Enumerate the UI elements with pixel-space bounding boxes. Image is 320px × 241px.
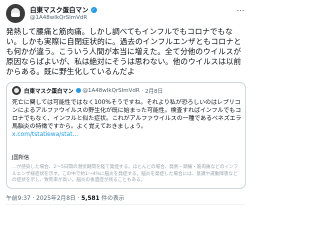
quoted-link[interactable]: x.com/tstatiewa/stat...	[12, 132, 78, 138]
author-display-name[interactable]: 白東マスク蛋白マン	[30, 6, 89, 14]
quoted-handle: @1A48wIkQrSImVdR	[82, 87, 140, 94]
quoted-section-label: J国所信	[12, 155, 30, 161]
author-name-row: 白東マスク蛋白マン ✓	[30, 6, 97, 14]
quoted-post[interactable]: 白東マスク蛋白マン @1A48wIkQrSImVdR · 2月8日 死亡に関して…	[6, 82, 246, 189]
divider	[6, 204, 245, 205]
post-header: 白東マスク蛋白マン ✓ @1A48wIkQrSImVdR	[6, 4, 97, 23]
quoted-text-block: 死亡に関しては可能性ではなく100%そうですね。それより私が恐ろしいのはレプリコ…	[12, 99, 242, 139]
avatar-mask	[11, 13, 20, 17]
post-meta: 午前9:37 · 2025年2月8日 · 5,581 件の表示	[6, 193, 125, 202]
post-page: 白東マスク蛋白マン ✓ @1A48wIkQrSImVdR … 発熱して腰痛と筋肉…	[0, 0, 251, 241]
quoted-post-header: 白東マスク蛋白マン @1A48wIkQrSImVdR · 2月8日	[12, 86, 163, 95]
views-count: 5,581	[81, 196, 100, 202]
post-text: 発熱して腰痛と筋肉痛。しかし調べてもインフルでもコロナでもない。しかも実際に自閉…	[6, 27, 242, 76]
quoted-faded-text: …が感染した場合、2〜5日間の潜伏期間を経て発症する。ほとんどの場合、発熱・頭痛…	[12, 165, 239, 183]
quoted-text: 死亡に関しては可能性ではなく100%そうですね。それより私が恐ろしいのはレプリコ…	[12, 100, 242, 130]
more-options-icon[interactable]: …	[237, 4, 246, 13]
verified-badge-icon: ✓	[90, 6, 97, 13]
quoted-date: 2月8日	[144, 88, 163, 95]
post-date[interactable]: 2025年2月8日	[36, 196, 76, 202]
quoted-avatar[interactable]	[12, 86, 21, 95]
post-time[interactable]: 午前9:37	[6, 196, 31, 202]
author-handle[interactable]: @1A48wIkQrSImVdR	[30, 14, 97, 22]
avatar[interactable]	[6, 4, 25, 23]
quoted-verified-badge-icon	[75, 88, 81, 93]
quoted-display-name: 白東マスク蛋白マン	[24, 88, 74, 95]
views-label: 件の表示	[101, 196, 125, 202]
author-block: 白東マスク蛋白マン ✓ @1A48wIkQrSImVdR	[30, 6, 97, 22]
